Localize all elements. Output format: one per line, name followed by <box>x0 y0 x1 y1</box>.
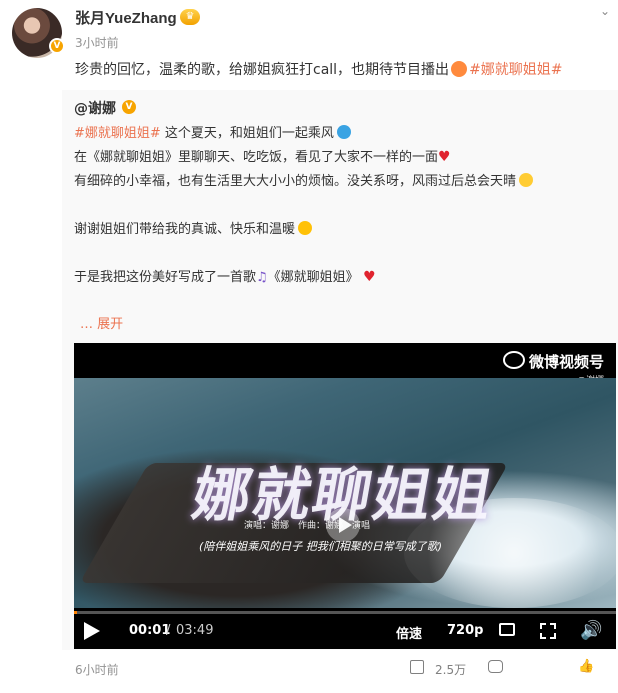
repost-line-text: 在《娜就聊姐姐》里聊聊天、吃吃饭，看见了大家不一样的一面 <box>74 150 439 165</box>
speed-button[interactable]: 倍速 <box>396 623 422 642</box>
repost-line: 在《娜就聊姐姐》里聊聊天、吃吃饭，看见了大家不一样的一面♥ <box>74 146 451 165</box>
laugh-emoji-icon <box>451 61 468 77</box>
repost-line-text: 这个夏天，和姐姐们一起乘风 <box>160 126 334 141</box>
chevron-down-icon[interactable]: ⌄ <box>598 4 612 18</box>
play-overlay-icon[interactable] <box>326 508 360 542</box>
topic-link[interactable]: #娜就聊姐姐# <box>74 126 161 141</box>
footer-time[interactable]: 6小时前 <box>75 661 119 678</box>
post-text-main: 珍贵的回忆，温柔的歌，给娜姐疯狂打call，也期待节目播出 <box>75 62 450 78</box>
quality-button[interactable]: 720p <box>447 623 483 638</box>
expand-label[interactable]: 展开 <box>97 317 123 332</box>
post-footer: 6小时前 2.5万 👍 <box>0 655 618 693</box>
time-current: 00:01 <box>129 623 171 638</box>
video-caption: (陪伴姐姐乘风的日子 把我们相聚的日常写成了歌) <box>199 540 443 553</box>
repost-line: 于是我把这份美好写成了一首歌♫《娜就聊姐姐》 ♥ <box>74 266 376 285</box>
video-controls: 00:01 / 03:49 倍速 720p 🔊 <box>74 614 616 649</box>
time-separator: / <box>166 623 171 638</box>
post-header: V 张月YueZhang ♛ 3小时前 ⌄ <box>0 0 618 58</box>
heart-icon: ♥ <box>438 149 451 165</box>
like-icon[interactable]: 👍 <box>578 659 594 674</box>
post-time[interactable]: 3小时前 <box>75 34 119 51</box>
reposted-content: @谢娜 V #娜就聊姐姐# 这个夏天，和姐姐们一起乘风 在《娜就聊姐姐》里聊聊天… <box>62 90 618 650</box>
verified-badge-icon: V <box>49 38 65 54</box>
song-title: 《娜就聊姐姐》 <box>267 270 359 285</box>
smile-emoji-icon <box>519 173 534 187</box>
repost-line-text: 于是我把这份美好写成了一首歌 <box>74 270 257 285</box>
share-count[interactable]: 2.5万 <box>435 661 466 678</box>
time-total: 03:49 <box>176 623 214 638</box>
share-icon[interactable] <box>410 660 424 674</box>
post-text: 珍贵的回忆，温柔的歌，给娜姐疯狂打call，也期待节目播出 #娜就聊姐姐# <box>75 60 615 80</box>
vip-crown-icon[interactable]: ♛ <box>180 9 200 25</box>
fullscreen-icon[interactable] <box>540 623 556 639</box>
repost-line: 有细碎的小幸福，也有生活里大大小小的烦恼。没关系呀，风雨过后总会天晴 <box>74 170 534 189</box>
author-name[interactable]: 张月YueZhang <box>75 7 177 28</box>
heart-icon: ♥ <box>358 269 376 285</box>
watermark-label: 微博视频号 <box>528 353 604 371</box>
volume-icon[interactable]: 🔊 <box>580 620 602 641</box>
repost-author[interactable]: @谢娜 <box>74 98 116 118</box>
wind-emoji-icon <box>336 125 351 139</box>
sun-emoji-icon <box>298 221 313 235</box>
expand-link[interactable]: … 展开 <box>80 313 123 332</box>
video-player[interactable]: 微博视频号 @谢娜 娜就聊姐姐 演唱：谢娜 作曲：谢娜 演唱 (陪伴姐姐乘风的日… <box>74 343 616 649</box>
repost-line-text: 谢谢姐姐们带给我的真诚、快乐和温暖 <box>74 222 296 237</box>
picture-in-picture-icon[interactable] <box>499 623 515 636</box>
verified-badge-icon: V <box>122 100 136 114</box>
topic-link[interactable]: #娜就聊姐姐# <box>469 62 562 78</box>
play-icon[interactable] <box>84 622 100 640</box>
repost-line-text: 有细碎的小幸福，也有生活里大大小小的烦恼。没关系呀，风雨过后总会天晴 <box>74 174 517 189</box>
repost-line: #娜就聊姐姐# 这个夏天，和姐姐们一起乘风 <box>74 122 351 141</box>
watermark: 微博视频号 <box>502 351 604 372</box>
comment-icon[interactable] <box>488 660 503 673</box>
music-note-icon: ♫ <box>256 270 268 285</box>
video-frame[interactable]: 娜就聊姐姐 演唱：谢娜 作曲：谢娜 演唱 (陪伴姐姐乘风的日子 把我们相聚的日常… <box>74 378 616 608</box>
weibo-logo-icon <box>502 351 525 369</box>
repost-line: 谢谢姐姐们带给我的真诚、快乐和温暖 <box>74 218 313 237</box>
